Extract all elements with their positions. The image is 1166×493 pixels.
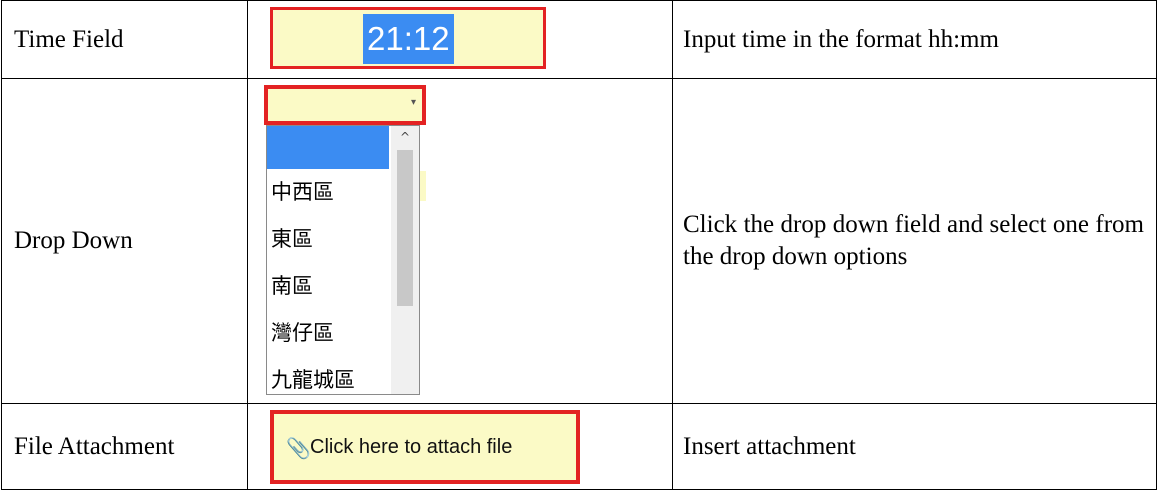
- row-label: File Attachment: [1, 403, 248, 490]
- table-row: File Attachment 📎 Click here to attach f…: [1, 403, 1157, 490]
- paperclip-icon: 📎: [286, 436, 311, 460]
- dropdown-scrollbar[interactable]: ^: [391, 126, 419, 394]
- scroll-up-icon[interactable]: ^: [391, 126, 419, 148]
- time-input[interactable]: 21:12: [270, 7, 546, 69]
- widget-cell: 📎 Click here to attach file: [247, 403, 673, 490]
- dropdown-arrow-icon[interactable]: ▾: [411, 97, 416, 108]
- table-row: Drop Down ▾ 中西區 東區 南區 灣仔區 九龍城區 ^ Click t…: [1, 78, 1157, 404]
- dropdown-list[interactable]: 中西區 東區 南區 灣仔區 九龍城區 ^: [266, 125, 420, 395]
- attach-file-button[interactable]: 📎 Click here to attach file: [270, 410, 580, 484]
- dropdown-option[interactable]: 南區: [267, 263, 389, 310]
- dropdown-option[interactable]: 東區: [267, 216, 389, 263]
- underlying-field-edge: [420, 171, 426, 201]
- dropdown-option[interactable]: 中西區: [267, 169, 389, 216]
- row-description: Click the drop down field and select one…: [672, 78, 1157, 404]
- widget-cell: 21:12: [247, 0, 673, 79]
- dropdown-select[interactable]: ▾: [264, 85, 426, 125]
- table-row: Time Field 21:12 Input time in the forma…: [1, 0, 1157, 79]
- row-label: Time Field: [1, 0, 248, 79]
- dropdown-option[interactable]: 九龍城區: [267, 357, 389, 394]
- time-value: 21:12: [363, 14, 454, 64]
- dropdown-option[interactable]: 灣仔區: [267, 310, 389, 357]
- row-description: Insert attachment: [672, 403, 1157, 490]
- dropdown-option[interactable]: [267, 126, 389, 169]
- scrollbar-thumb[interactable]: [397, 150, 413, 306]
- row-label: Drop Down: [1, 78, 248, 404]
- row-description: Input time in the format hh:mm: [672, 0, 1157, 79]
- widget-cell: ▾ 中西區 東區 南區 灣仔區 九龍城區 ^: [247, 78, 673, 404]
- instructions-table: Time Field 21:12 Input time in the forma…: [1, 0, 1157, 490]
- attach-file-label: Click here to attach file: [310, 436, 513, 458]
